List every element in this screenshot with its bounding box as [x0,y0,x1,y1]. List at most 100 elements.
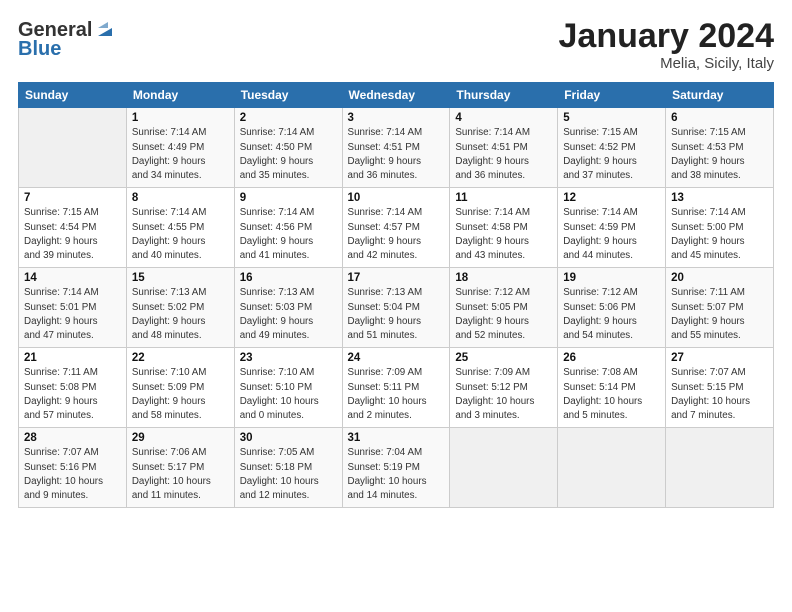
day-info: Sunrise: 7:14 AM Sunset: 5:00 PM Dayligh… [671,206,768,263]
col-wednesday: Wednesday [342,83,450,108]
col-friday: Friday [558,83,666,108]
calendar-cell: 12 Sunrise: 7:14 AM Sunset: 4:59 PM Dayli… [558,188,666,268]
calendar-cell: 17 Sunrise: 7:13 AM Sunset: 5:04 PM Dayli… [342,268,450,348]
calendar-cell: 13 Sunrise: 7:14 AM Sunset: 5:00 PM Dayli… [666,188,774,268]
calendar-cell [450,428,558,508]
col-monday: Monday [126,83,234,108]
day-info: Sunrise: 7:04 AM Sunset: 5:19 PM Dayligh… [348,446,445,503]
day-info: Sunrise: 7:14 AM Sunset: 4:59 PM Dayligh… [563,206,660,263]
calendar-cell: 6 Sunrise: 7:15 AM Sunset: 4:53 PM Daylig… [666,108,774,188]
day-number: 21 [24,352,121,364]
day-info: Sunrise: 7:15 AM Sunset: 4:53 PM Dayligh… [671,126,768,183]
day-number: 3 [348,112,445,124]
col-tuesday: Tuesday [234,83,342,108]
day-info: Sunrise: 7:14 AM Sunset: 4:49 PM Dayligh… [132,126,229,183]
day-info: Sunrise: 7:14 AM Sunset: 4:58 PM Dayligh… [455,206,552,263]
logo-icon [94,18,116,40]
day-info: Sunrise: 7:14 AM Sunset: 4:55 PM Dayligh… [132,206,229,263]
calendar-cell: 3 Sunrise: 7:14 AM Sunset: 4:51 PM Daylig… [342,108,450,188]
calendar-cell [558,428,666,508]
calendar-cell: 1Sunrise: 7:14 AM Sunset: 4:49 PM Daylig… [126,108,234,188]
day-info: Sunrise: 7:08 AM Sunset: 5:14 PM Dayligh… [563,366,660,423]
day-number: 2 [240,112,337,124]
day-number: 18 [455,272,552,284]
day-info: Sunrise: 7:07 AM Sunset: 5:15 PM Dayligh… [671,366,768,423]
day-number: 30 [240,432,337,444]
calendar-cell: 10Sunrise: 7:14 AM Sunset: 4:57 PM Dayli… [342,188,450,268]
day-number: 13 [671,192,768,204]
day-number: 8 [132,192,229,204]
day-info: Sunrise: 7:11 AM Sunset: 5:07 PM Dayligh… [671,286,768,343]
day-info: Sunrise: 7:05 AM Sunset: 5:18 PM Dayligh… [240,446,337,503]
day-info: Sunrise: 7:14 AM Sunset: 5:01 PM Dayligh… [24,286,121,343]
day-number: 14 [24,272,121,284]
calendar-cell: 18 Sunrise: 7:12 AM Sunset: 5:05 PM Dayli… [450,268,558,348]
calendar-table: Sunday Monday Tuesday Wednesday Thursday… [18,82,774,508]
day-info: Sunrise: 7:13 AM Sunset: 5:04 PM Dayligh… [348,286,445,343]
day-number: 17 [348,272,445,284]
day-number: 28 [24,432,121,444]
day-number: 25 [455,352,552,364]
day-number: 23 [240,352,337,364]
calendar-title: January 2024 [559,18,775,55]
calendar-cell: 28 Sunrise: 7:07 AM Sunset: 5:16 PM Dayli… [19,428,127,508]
day-info: Sunrise: 7:13 AM Sunset: 5:02 PM Dayligh… [132,286,229,343]
calendar-cell: 29Sunrise: 7:06 AM Sunset: 5:17 PM Dayli… [126,428,234,508]
calendar-cell: 25 Sunrise: 7:09 AM Sunset: 5:12 PM Dayli… [450,348,558,428]
day-number: 31 [348,432,445,444]
day-info: Sunrise: 7:10 AM Sunset: 5:10 PM Dayligh… [240,366,337,423]
day-info: Sunrise: 7:12 AM Sunset: 5:06 PM Dayligh… [563,286,660,343]
calendar-cell: 15 Sunrise: 7:13 AM Sunset: 5:02 PM Dayli… [126,268,234,348]
day-number: 20 [671,272,768,284]
day-info: Sunrise: 7:06 AM Sunset: 5:17 PM Dayligh… [132,446,229,503]
day-info: Sunrise: 7:14 AM Sunset: 4:56 PM Dayligh… [240,206,337,263]
day-info: Sunrise: 7:14 AM Sunset: 4:51 PM Dayligh… [348,126,445,183]
calendar-cell: 7Sunrise: 7:15 AM Sunset: 4:54 PM Daylig… [19,188,127,268]
calendar-cell: 16 Sunrise: 7:13 AM Sunset: 5:03 PM Dayli… [234,268,342,348]
calendar-cell: 26Sunrise: 7:08 AM Sunset: 5:14 PM Dayli… [558,348,666,428]
day-info: Sunrise: 7:14 AM Sunset: 4:57 PM Dayligh… [348,206,445,263]
calendar-cell: 30 Sunrise: 7:05 AM Sunset: 5:18 PM Dayli… [234,428,342,508]
day-info: Sunrise: 7:10 AM Sunset: 5:09 PM Dayligh… [132,366,229,423]
day-info: Sunrise: 7:13 AM Sunset: 5:03 PM Dayligh… [240,286,337,343]
day-number: 19 [563,272,660,284]
calendar-cell: 11 Sunrise: 7:14 AM Sunset: 4:58 PM Dayli… [450,188,558,268]
day-number: 22 [132,352,229,364]
calendar-cell: 5 Sunrise: 7:15 AM Sunset: 4:52 PM Daylig… [558,108,666,188]
day-info: Sunrise: 7:09 AM Sunset: 5:11 PM Dayligh… [348,366,445,423]
calendar-week-row: 7Sunrise: 7:15 AM Sunset: 4:54 PM Daylig… [19,188,774,268]
day-number: 4 [455,112,552,124]
calendar-cell: 2 Sunrise: 7:14 AM Sunset: 4:50 PM Daylig… [234,108,342,188]
day-number: 16 [240,272,337,284]
day-number: 5 [563,112,660,124]
calendar-cell: 20 Sunrise: 7:11 AM Sunset: 5:07 PM Dayli… [666,268,774,348]
day-number: 11 [455,192,552,204]
calendar-cell: 4Sunrise: 7:14 AM Sunset: 4:51 PM Daylig… [450,108,558,188]
day-number: 7 [24,192,121,204]
logo: General Blue [18,18,116,61]
day-number: 12 [563,192,660,204]
calendar-cell: 21Sunrise: 7:11 AM Sunset: 5:08 PM Dayli… [19,348,127,428]
day-info: Sunrise: 7:12 AM Sunset: 5:05 PM Dayligh… [455,286,552,343]
calendar-cell: 14 Sunrise: 7:14 AM Sunset: 5:01 PM Dayli… [19,268,127,348]
day-info: Sunrise: 7:07 AM Sunset: 5:16 PM Dayligh… [24,446,121,503]
day-number: 9 [240,192,337,204]
title-block: January 2024 Melia, Sicily, Italy [559,18,775,72]
calendar-cell [666,428,774,508]
col-saturday: Saturday [666,83,774,108]
calendar-header-row: Sunday Monday Tuesday Wednesday Thursday… [19,83,774,108]
calendar-cell [19,108,127,188]
day-info: Sunrise: 7:14 AM Sunset: 4:50 PM Dayligh… [240,126,337,183]
col-sunday: Sunday [19,83,127,108]
calendar-week-row: 28 Sunrise: 7:07 AM Sunset: 5:16 PM Dayli… [19,428,774,508]
calendar-week-row: 1Sunrise: 7:14 AM Sunset: 4:49 PM Daylig… [19,108,774,188]
day-number: 15 [132,272,229,284]
day-info: Sunrise: 7:09 AM Sunset: 5:12 PM Dayligh… [455,366,552,423]
day-info: Sunrise: 7:15 AM Sunset: 4:52 PM Dayligh… [563,126,660,183]
col-thursday: Thursday [450,83,558,108]
calendar-cell: 31 Sunrise: 7:04 AM Sunset: 5:19 PM Dayli… [342,428,450,508]
day-number: 6 [671,112,768,124]
calendar-cell: 9 Sunrise: 7:14 AM Sunset: 4:56 PM Daylig… [234,188,342,268]
calendar-cell: 24Sunrise: 7:09 AM Sunset: 5:11 PM Dayli… [342,348,450,428]
calendar-cell: 8 Sunrise: 7:14 AM Sunset: 4:55 PM Daylig… [126,188,234,268]
